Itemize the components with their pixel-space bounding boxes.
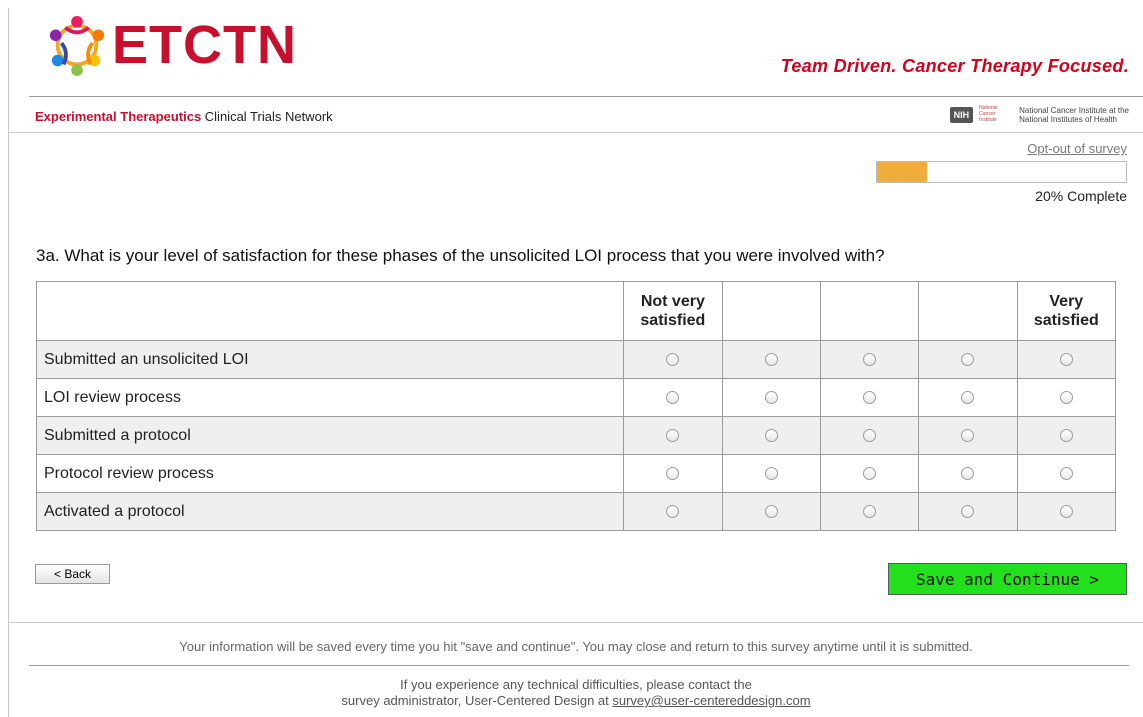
rating-radio[interactable] <box>1059 390 1073 404</box>
row-label: Submitted an unsolicited LOI <box>35 340 625 379</box>
rating-cell <box>623 454 723 493</box>
column-header: Very satisfied <box>1016 281 1117 341</box>
matrix-corner-cell <box>35 281 625 341</box>
rating-cell <box>918 492 1018 531</box>
page-frame: ETCTN Team Driven. Cancer Therapy Focuse… <box>8 8 1143 717</box>
rating-radio[interactable] <box>961 352 975 366</box>
network-subtitle: Experimental Therapeutics Clinical Trial… <box>35 109 333 124</box>
rating-cell <box>623 340 723 379</box>
rating-radio[interactable] <box>666 428 680 442</box>
matrix-header-row: Not very satisfied Very satisfied <box>35 281 1117 341</box>
matrix-row: Activated a protocol <box>35 492 1117 531</box>
rating-cell <box>918 454 1018 493</box>
rating-cell <box>1016 454 1117 493</box>
rating-radio[interactable] <box>863 352 877 366</box>
rating-radio[interactable] <box>666 466 680 480</box>
rating-cell <box>721 378 821 417</box>
rating-radio[interactable] <box>1059 352 1073 366</box>
rating-radio[interactable] <box>764 428 778 442</box>
footer-divider-2 <box>29 665 1129 666</box>
nih-logo-group: NIH National Cancer Institute National C… <box>949 105 1129 125</box>
rating-cell <box>819 340 920 379</box>
rating-cell <box>1016 492 1117 531</box>
column-header <box>819 281 920 341</box>
rating-radio[interactable] <box>961 466 975 480</box>
rating-cell <box>721 492 821 531</box>
subtitle-highlight: Experimental Therapeutics <box>35 109 202 124</box>
rating-radio[interactable] <box>961 504 975 518</box>
contact-line-2: survey administrator, User-Centered Desi… <box>341 693 613 708</box>
progress-bar <box>876 161 1127 183</box>
rating-cell <box>721 454 821 493</box>
nih-caption: National Cancer Institute at the Nationa… <box>1019 106 1129 124</box>
row-label: Activated a protocol <box>35 492 625 531</box>
subtitle-rest: Clinical Trials Network <box>201 109 333 124</box>
rating-radio[interactable] <box>961 390 975 404</box>
matrix-row: Submitted a protocol <box>35 416 1117 455</box>
nih-caption-line2: National Institutes of Health <box>1019 115 1117 124</box>
rating-radio[interactable] <box>764 466 778 480</box>
rating-radio[interactable] <box>863 466 877 480</box>
nci-seal-icon: National Cancer Institute <box>979 105 998 123</box>
rating-cell <box>918 416 1018 455</box>
rating-cell <box>819 378 920 417</box>
rating-radio[interactable] <box>764 390 778 404</box>
header-divider <box>29 96 1143 97</box>
matrix-row: LOI review process <box>35 378 1117 417</box>
rating-cell <box>918 340 1018 379</box>
rating-radio[interactable] <box>764 504 778 518</box>
matrix-row: Protocol review process <box>35 454 1117 493</box>
nih-badge: NIH <box>949 107 974 123</box>
save-and-continue-button[interactable]: Save and Continue > <box>888 563 1127 595</box>
rating-radio[interactable] <box>863 504 877 518</box>
rating-cell <box>819 454 920 493</box>
rating-radio[interactable] <box>666 352 680 366</box>
etctn-logo: ETCTN <box>46 14 297 76</box>
rating-radio[interactable] <box>863 428 877 442</box>
rating-cell <box>1016 416 1117 455</box>
rating-radio[interactable] <box>666 390 680 404</box>
progress-fill <box>877 162 927 182</box>
rating-cell <box>819 416 920 455</box>
logo-wordmark: ETCTN <box>112 15 297 75</box>
rating-cell <box>721 340 821 379</box>
rating-radio[interactable] <box>1059 466 1073 480</box>
rating-cell <box>623 492 723 531</box>
rating-radio[interactable] <box>1059 504 1073 518</box>
rating-cell <box>623 416 723 455</box>
column-header: Not very satisfied <box>623 281 723 341</box>
question-text: 3a. What is your level of satisfaction f… <box>36 246 885 265</box>
rating-cell <box>623 378 723 417</box>
nih-caption-line1: National Cancer Institute at the <box>1019 106 1129 115</box>
rating-cell <box>721 416 821 455</box>
rating-radio[interactable] <box>961 428 975 442</box>
rating-cell <box>918 378 1018 417</box>
progress-label: 20% Complete <box>1035 188 1127 204</box>
footer-divider <box>9 622 1143 623</box>
rating-cell <box>819 492 920 531</box>
contact-line-1: If you experience any technical difficul… <box>400 677 752 692</box>
tagline: Team Driven. Cancer Therapy Focused. <box>780 56 1129 76</box>
rating-cell <box>1016 340 1117 379</box>
rating-cell <box>1016 378 1117 417</box>
row-label: Submitted a protocol <box>35 416 625 455</box>
rating-radio[interactable] <box>1059 428 1073 442</box>
column-header <box>918 281 1018 341</box>
support-email-link[interactable]: survey@user-centereddesign.com <box>612 693 810 708</box>
rating-radio[interactable] <box>863 390 877 404</box>
save-notice: Your information will be saved every tim… <box>179 639 973 654</box>
support-contact: If you experience any technical difficul… <box>9 677 1143 709</box>
site-header: ETCTN Team Driven. Cancer Therapy Focuse… <box>9 8 1143 141</box>
row-label: LOI review process <box>35 378 625 417</box>
satisfaction-matrix: Not very satisfied Very satisfied Submit… <box>35 281 1117 531</box>
opt-out-link[interactable]: Opt-out of survey <box>1027 141 1127 156</box>
matrix-row: Submitted an unsolicited LOI <box>35 340 1117 379</box>
rating-radio[interactable] <box>666 504 680 518</box>
rating-radio[interactable] <box>764 352 778 366</box>
row-label: Protocol review process <box>35 454 625 493</box>
people-circle-logo-icon <box>49 15 105 76</box>
header-bottom-divider <box>9 132 1143 133</box>
back-button[interactable]: < Back <box>35 564 110 584</box>
column-header <box>721 281 821 341</box>
